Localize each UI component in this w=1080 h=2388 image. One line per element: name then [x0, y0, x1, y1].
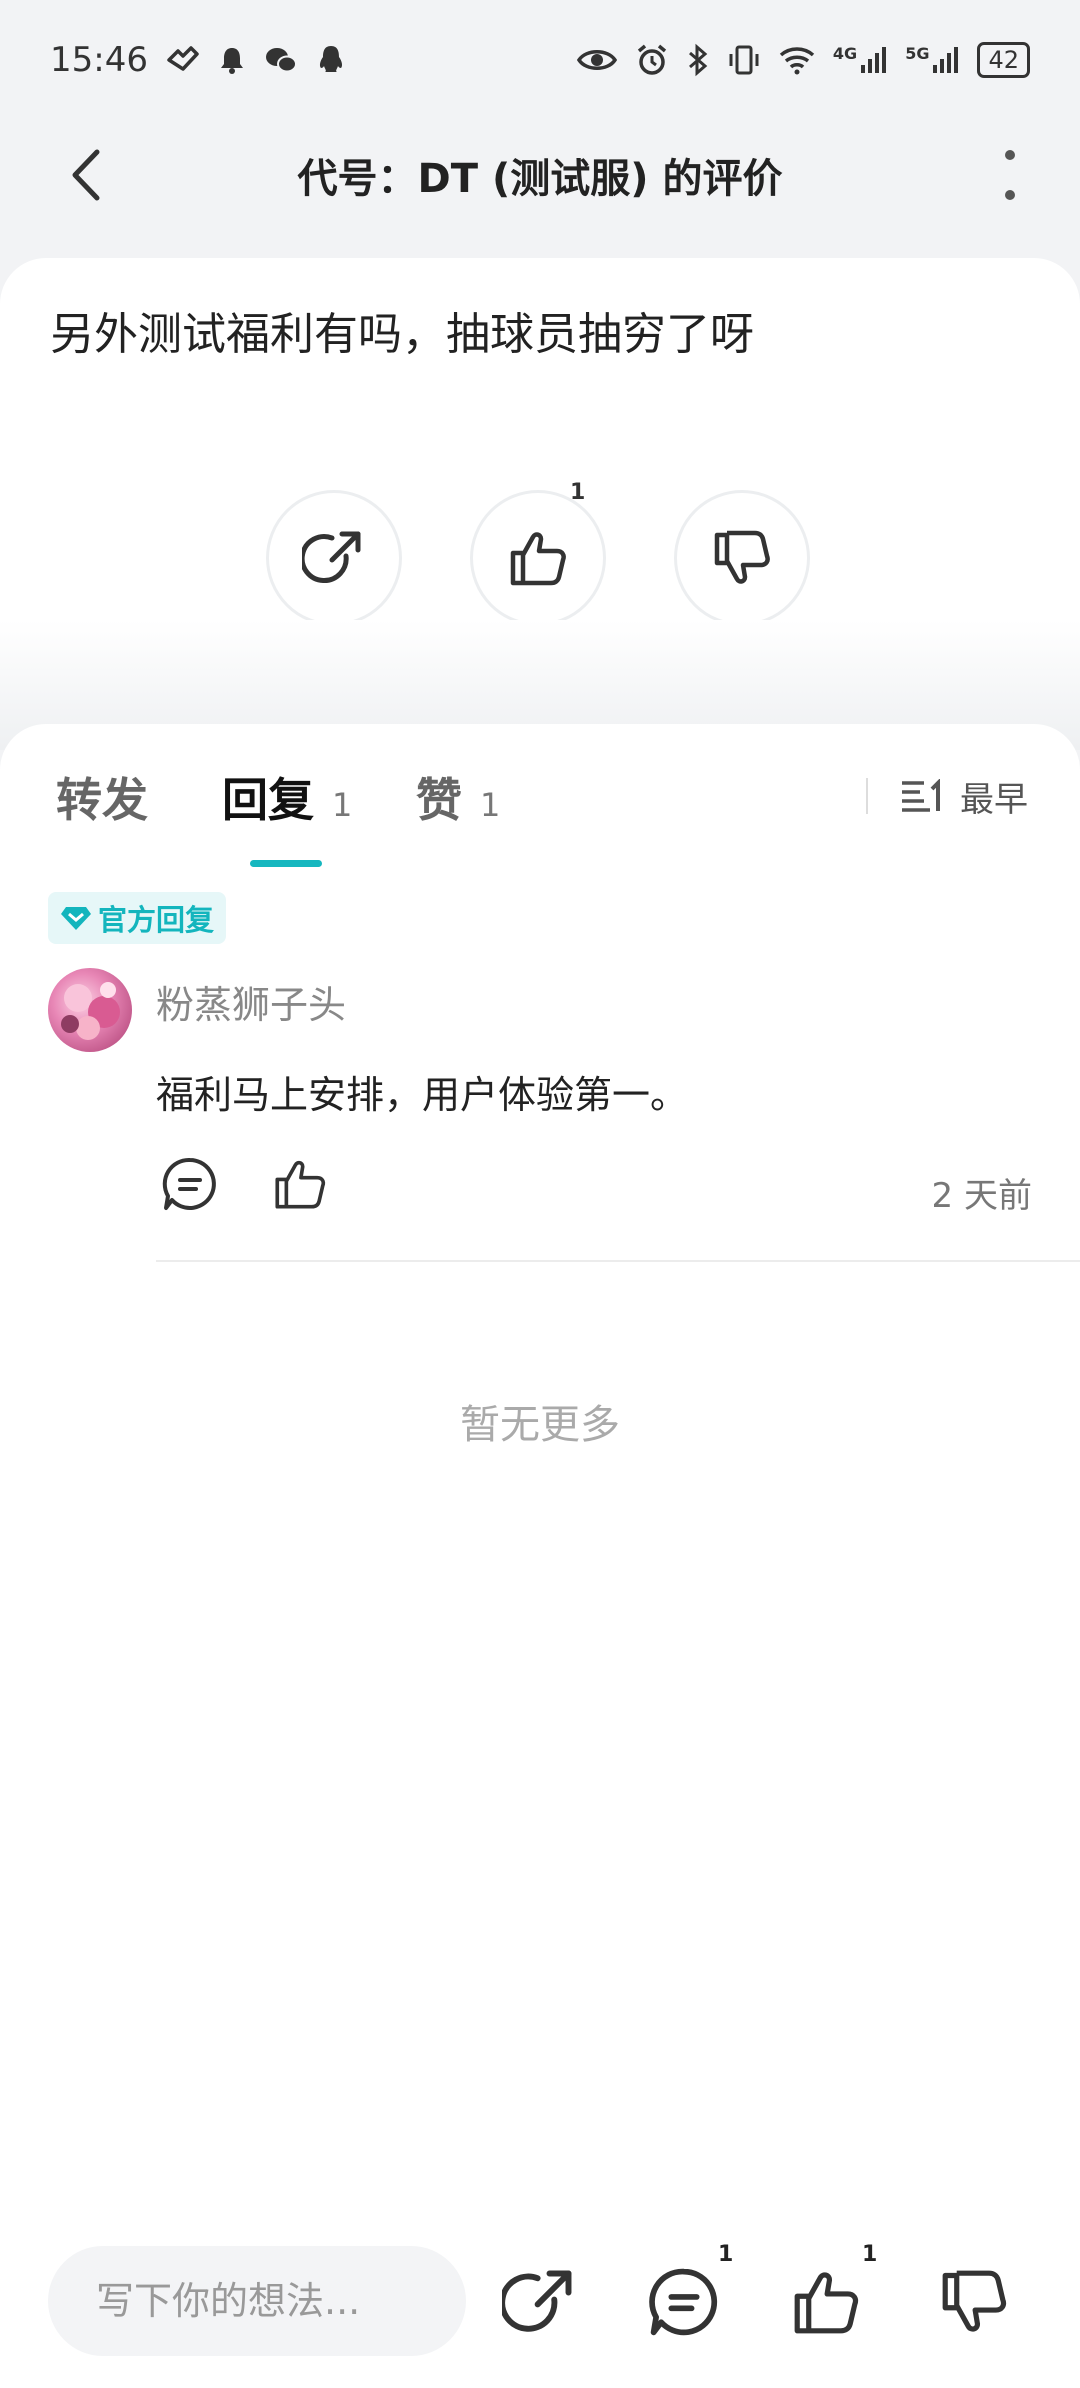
bottom-comment-count: 1 — [718, 2242, 734, 2267]
active-tab-indicator — [250, 860, 322, 867]
signal-5g-label: 5G — [905, 44, 930, 63]
signal-5g-bars-icon — [933, 47, 959, 73]
review-text: 另外测试福利有吗，抽球员抽穷了呀 — [50, 309, 754, 360]
wechat-icon — [265, 48, 297, 73]
signal-4g-bars-icon — [861, 47, 887, 73]
bluetooth-icon — [688, 43, 708, 77]
back-button[interactable] — [55, 142, 121, 208]
bottom-like-count: 1 — [862, 2242, 878, 2267]
comment-username[interactable]: 粉蒸狮子头 — [156, 974, 346, 1029]
alarm-icon — [637, 44, 667, 75]
comment-reply-icon[interactable] — [160, 1154, 220, 1214]
signal-4g-label: 4G — [832, 44, 858, 63]
bottom-comment-button[interactable] — [646, 2264, 722, 2340]
replies-section: 转发 回复 1 赞 1 最早 官方回复 粉蒸狮子头 福利马上安排，用户体验第一。… — [0, 724, 1080, 2214]
comment-input[interactable] — [48, 2246, 466, 2356]
status-right: 4G 5G 42 — [576, 42, 1030, 78]
thumbs-down-icon — [714, 530, 770, 584]
review-detail-page: 15:46 4G 5G 42 代号：DT (测试服) 的评价 另外测试福利有吗，… — [0, 0, 1080, 2388]
comment-time: 2 天前 — [931, 1176, 1032, 1216]
status-left: 15:46 — [50, 40, 346, 80]
official-reply-badge: 官方回复 — [48, 892, 227, 944]
tab-replies-count: 1 — [332, 786, 353, 824]
status-time: 15:46 — [50, 40, 148, 80]
status-bar: 15:46 4G 5G 42 — [0, 0, 1080, 120]
review-actions: 1 — [0, 480, 1080, 630]
official-reply-label: 官方回复 — [98, 903, 215, 937]
page-title: 代号：DT (测试服) 的评价 — [297, 156, 783, 202]
sort-button[interactable]: 最早 — [900, 772, 1028, 821]
bottom-share-button[interactable] — [502, 2264, 578, 2340]
tab-likes-count: 1 — [480, 786, 501, 824]
tab-likes-label: 赞 — [416, 773, 462, 827]
header: 代号：DT (测试服) 的评价 — [0, 120, 1080, 230]
app-notification-icon — [167, 46, 199, 71]
bottom-dislike-button[interactable] — [936, 2264, 1012, 2340]
comment-like-icon[interactable] — [270, 1154, 330, 1214]
thumbs-up-icon — [510, 532, 566, 586]
comment-actions — [160, 1154, 330, 1214]
comment-text: 福利马上安排，用户体验第一。 — [156, 1073, 689, 1117]
tab-replies[interactable]: 回复 1 — [222, 764, 352, 830]
review-like-count: 1 — [570, 480, 586, 505]
avatar[interactable] — [48, 968, 132, 1052]
bell-icon — [220, 48, 243, 74]
tab-likes[interactable]: 赞 1 — [416, 764, 500, 830]
dislike-button[interactable] — [674, 490, 810, 626]
diamond-heart-icon — [61, 907, 91, 930]
comment-divider — [156, 1260, 1080, 1262]
avatar-image — [61, 982, 120, 1040]
wifi-icon — [779, 47, 815, 75]
qq-icon — [319, 46, 343, 72]
vibrate-icon — [729, 45, 759, 75]
bottom-like-button[interactable] — [788, 2264, 864, 2340]
sort-label: 最早 — [960, 780, 1028, 820]
sort-divider — [866, 778, 868, 814]
share-icon — [302, 531, 361, 584]
battery-indicator: 42 — [977, 42, 1030, 78]
tab-replies-label: 回复 — [222, 773, 314, 827]
tab-forwards-label: 转发 — [56, 773, 148, 827]
bottom-action-bar: 1 1 — [0, 2214, 1080, 2388]
like-button[interactable] — [470, 490, 606, 626]
no-more-text: 暂无更多 — [460, 1402, 620, 1448]
tab-forwards[interactable]: 转发 — [56, 764, 148, 830]
share-button[interactable] — [266, 490, 402, 626]
sort-order-icon — [902, 778, 940, 812]
more-options-button[interactable] — [980, 140, 1040, 210]
eye-icon — [576, 50, 617, 70]
